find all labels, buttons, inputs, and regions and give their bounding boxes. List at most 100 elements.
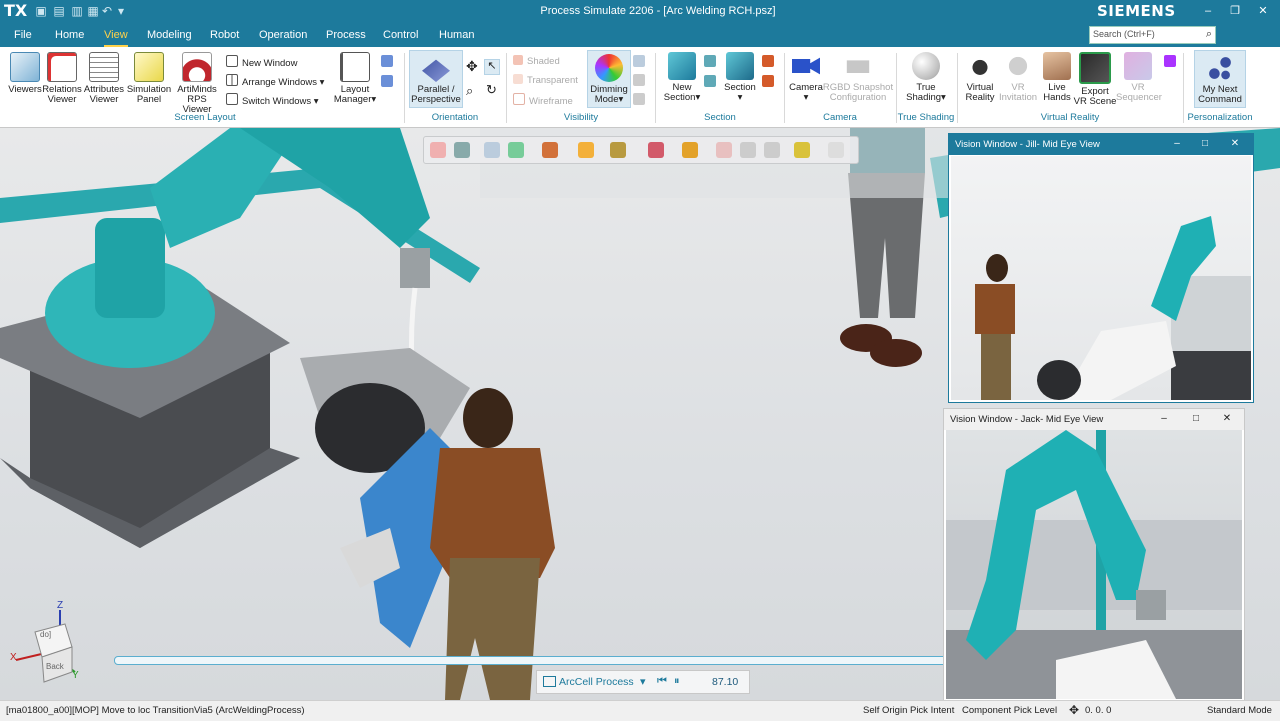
search-icon[interactable]: ⌕ [1206, 28, 1212, 41]
process-name[interactable]: ArcCell Process [559, 676, 634, 688]
pause-icon[interactable]: ⏸ [674, 675, 680, 688]
transparent-label: Transparent [527, 75, 578, 86]
visibility-small-icon-3[interactable] [633, 93, 645, 105]
vision-window-jill[interactable]: Vision Window - Jill- Mid Eye View – □ ✕ [948, 133, 1254, 403]
vr-sequencer-button[interactable]: VR Sequencer [1116, 52, 1162, 103]
vr-invitation-button[interactable]: VR Invitation [996, 52, 1040, 103]
jill-view-fixture [1037, 360, 1081, 400]
more-tools-icon[interactable] [828, 142, 844, 158]
ribbon-separator [784, 53, 785, 123]
menu-operation[interactable]: Operation [259, 29, 307, 41]
zoom-area-icon[interactable] [454, 142, 470, 158]
group-screen-layout: Screen Layout [174, 112, 236, 123]
search-input[interactable]: Search (Ctrl+F) ⌕ [1089, 26, 1216, 44]
zoom-to-fit-icon[interactable] [430, 142, 446, 158]
menu-control[interactable]: Control [383, 29, 418, 41]
vr-small-icon[interactable] [1164, 55, 1176, 67]
rotate-icon[interactable]: ↻ [486, 83, 497, 96]
minimize-icon[interactable]: – [1156, 412, 1172, 426]
vision-window-jill-titlebar[interactable]: Vision Window - Jill- Mid Eye View – □ ✕ [949, 134, 1253, 155]
section-small-icon-2[interactable] [704, 75, 716, 87]
menu-process[interactable]: Process [326, 29, 366, 41]
process-dropdown-icon[interactable]: ▾ [640, 675, 646, 688]
select-icon[interactable]: ↖ [484, 59, 500, 75]
new-section-button[interactable]: New Section▾ [662, 52, 702, 103]
section-icon [726, 52, 754, 80]
shaded-icon [513, 55, 523, 65]
viewers-button[interactable]: Viewers [6, 52, 44, 95]
pick-filter-icon[interactable] [682, 142, 698, 158]
axis-cube-top: do] [40, 630, 52, 639]
maximize-icon[interactable]: □ [1188, 412, 1204, 426]
menu-human[interactable]: Human [439, 29, 474, 41]
attributes-viewer-button[interactable]: Attributes Viewer [82, 52, 126, 105]
true-shading-button[interactable]: True Shading▾ [902, 52, 950, 103]
measure-icon[interactable] [716, 142, 732, 158]
vision-window-jill-view[interactable] [951, 156, 1251, 400]
visibility-small-icon-2[interactable] [633, 74, 645, 86]
manipulator-icon[interactable] [610, 142, 626, 158]
close-icon[interactable]: ✕ [1253, 3, 1273, 19]
pick-level[interactable]: Component Pick Level [962, 705, 1057, 716]
menu-modeling[interactable]: Modeling [147, 29, 192, 41]
simulation-timeline[interactable] [114, 656, 950, 665]
view-cube-icon[interactable] [508, 142, 524, 158]
rgbd-snapshot-button[interactable]: RGBD Snapshot Configuration [822, 52, 894, 103]
snap-icon[interactable] [740, 142, 756, 158]
minimize-icon[interactable]: – [1198, 3, 1218, 19]
relations-viewer-button[interactable]: Relations Viewer [42, 52, 82, 105]
selection-filter-icon[interactable] [648, 142, 664, 158]
dimming-mode-button[interactable]: Dimming Mode▾ [587, 50, 631, 108]
wireframe-button[interactable]: Wireframe [513, 93, 573, 108]
vision-window-jack[interactable]: Vision Window - Jack- Mid Eye View – □ ✕ [943, 408, 1245, 702]
export-vr-scene-button[interactable]: Export VR Scene [1072, 52, 1118, 107]
placement-icon[interactable] [578, 142, 594, 158]
ruler-icon[interactable] [794, 142, 810, 158]
visibility-small-icon-1[interactable] [633, 55, 645, 67]
jump-start-icon[interactable]: ⏮ [657, 675, 667, 688]
my-next-command-button[interactable]: My Next Command [1194, 50, 1246, 108]
collision-icon[interactable] [764, 142, 780, 158]
section-button[interactable]: Section ▾ [722, 52, 758, 103]
new-window-button[interactable]: New Window [226, 55, 297, 70]
dimming-label-2: Mode▾ [594, 94, 624, 105]
true-shading-icon [912, 52, 940, 80]
section-small-icon-4[interactable] [762, 75, 774, 87]
close-icon[interactable]: ✕ [1219, 412, 1235, 426]
layout-small-icon-2[interactable] [381, 75, 393, 87]
group-orientation: Orientation [431, 112, 479, 123]
restore-icon[interactable]: ❐ [1225, 3, 1245, 19]
transparent-button[interactable]: Transparent [513, 74, 578, 87]
minimize-icon[interactable]: – [1169, 137, 1185, 151]
vision-window-jack-titlebar[interactable]: Vision Window - Jack- Mid Eye View – □ ✕ [944, 409, 1244, 430]
pick-intent[interactable]: Self Origin Pick Intent [863, 705, 954, 716]
viewers-label: Viewers [8, 84, 42, 95]
arrange-windows-button[interactable]: Arrange Windows ▾ [226, 74, 324, 89]
maximize-icon[interactable]: □ [1197, 137, 1213, 151]
menu-home[interactable]: Home [55, 29, 84, 41]
live-hands-button[interactable]: Live Hands [1040, 52, 1074, 103]
parallel-label-2: Perspective [411, 94, 461, 105]
simulation-panel-button[interactable]: Simulation Panel [126, 52, 172, 105]
camera-button[interactable]: Camera ▾ [788, 52, 824, 103]
menu-file[interactable]: File [14, 29, 32, 41]
switch-windows-button[interactable]: Switch Windows ▾ [226, 93, 319, 108]
render-style-icon[interactable] [542, 142, 558, 158]
menu-view[interactable]: View [104, 29, 128, 47]
virtual-reality-button[interactable]: Virtual Reality [962, 52, 998, 103]
menu-robot[interactable]: Robot [210, 29, 239, 41]
section-small-icon-3[interactable] [762, 55, 774, 67]
shaded-button[interactable]: Shaded [513, 55, 560, 68]
layout-small-icon-1[interactable] [381, 55, 393, 67]
pan-icon[interactable]: ✥ [466, 59, 478, 73]
artiminds-button[interactable]: ArtiMinds RPS Viewer [172, 52, 222, 115]
section-small-icon-1[interactable] [704, 55, 716, 67]
layout-manager-button[interactable]: Layout Manager▾ [330, 52, 380, 105]
zoom-icon[interactable]: ⌕ [466, 84, 473, 97]
section-dropdown-icon: ▾ [737, 92, 743, 103]
close-icon[interactable]: ✕ [1227, 137, 1243, 151]
parallel-perspective-button[interactable]: Parallel / Perspective [409, 50, 463, 108]
vision-window-jack-view[interactable] [946, 430, 1242, 699]
group-visibility: Visibility [563, 112, 599, 123]
pan-view-icon[interactable] [484, 142, 500, 158]
